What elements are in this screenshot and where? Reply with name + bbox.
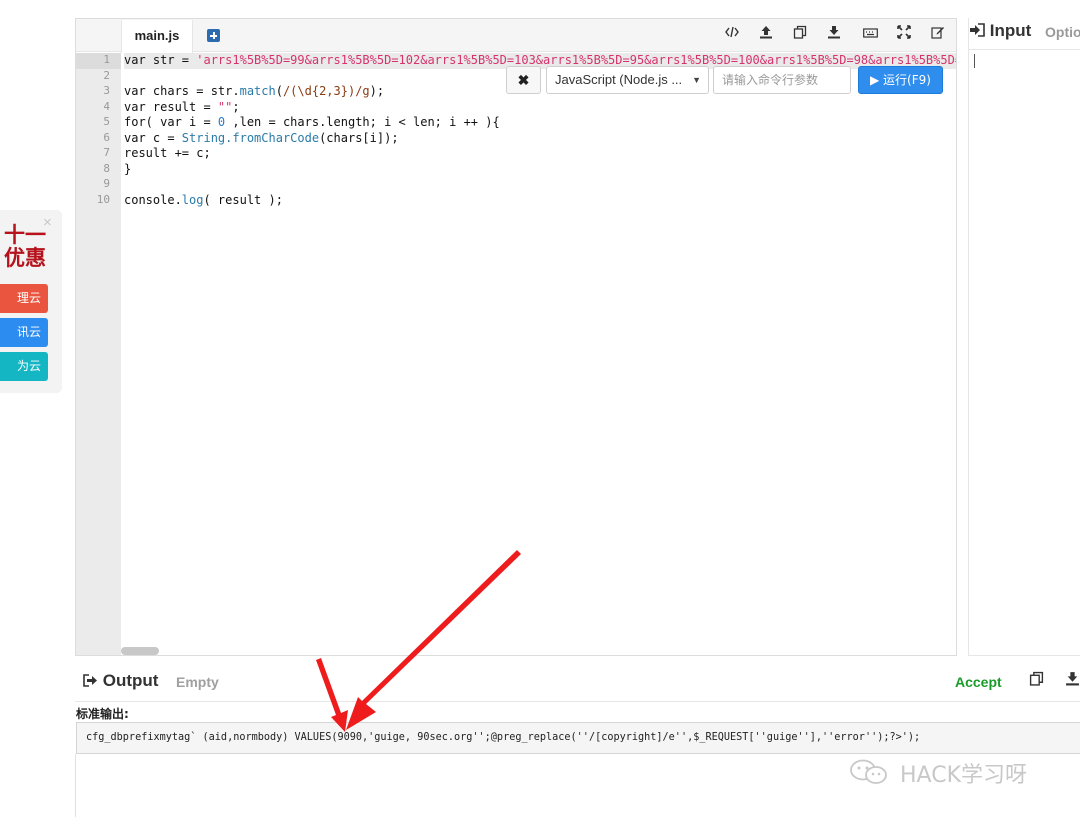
annotation-arrows [316, 550, 521, 732]
red-arrow-long [346, 550, 521, 730]
red-arrow-short [316, 658, 348, 732]
